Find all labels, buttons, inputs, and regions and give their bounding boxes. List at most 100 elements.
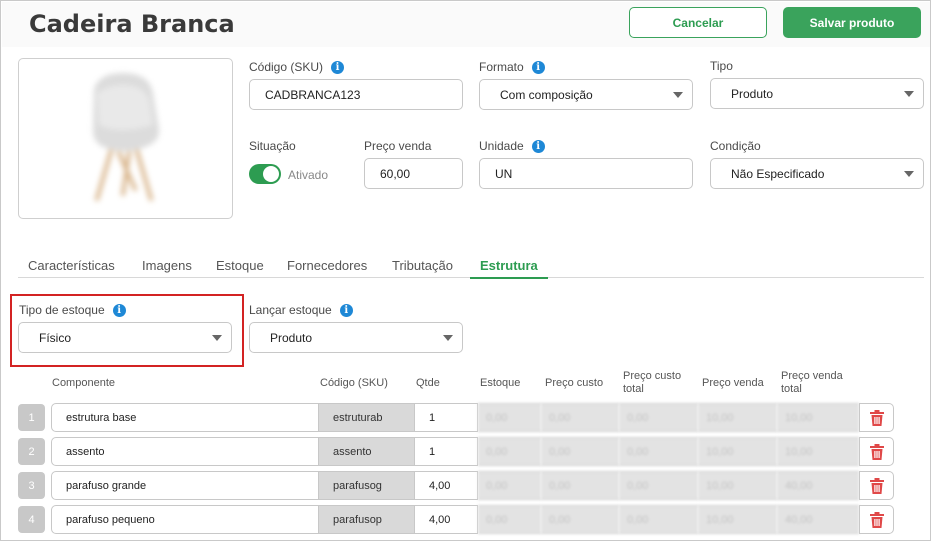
info-icon[interactable]: i <box>531 139 545 153</box>
info-icon[interactable]: i <box>112 303 126 317</box>
cancel-button[interactable]: Cancelar <box>629 7 767 38</box>
tipo-label: Tipo <box>710 59 733 73</box>
chevron-down-icon <box>212 335 222 341</box>
tab-caracteristicas[interactable]: Características <box>28 258 115 273</box>
header-codigo: Código (SKU) <box>320 377 388 389</box>
component-name-field[interactable]: assento <box>51 437 319 466</box>
delete-row-button[interactable] <box>859 403 894 432</box>
status-toggle[interactable] <box>249 164 281 184</box>
condicao-label-text: Condição <box>710 139 761 153</box>
header-preco-custo-total-line2: total <box>623 383 644 395</box>
tipo-estoque-label: Tipo de estoque i <box>19 303 126 317</box>
page-title: Cadeira Branca <box>29 10 235 38</box>
row-number: 1 <box>18 404 45 431</box>
toggle-knob <box>263 166 279 182</box>
cell-preco-venda: 10,00 <box>698 471 777 500</box>
component-qty-field[interactable]: 4,00 <box>414 505 478 534</box>
component-qty-field[interactable]: 1 <box>414 403 478 432</box>
unidade-field[interactable]: UN <box>479 158 693 189</box>
row-number: 4 <box>18 506 45 533</box>
delete-row-button[interactable] <box>859 437 894 466</box>
formato-label-text: Formato <box>479 60 524 74</box>
header-preco-venda-total: Preço venda total <box>781 370 843 396</box>
lancar-estoque-label-text: Lançar estoque <box>249 303 332 317</box>
tipo-estoque-value: Físico <box>39 330 72 345</box>
cell-preco-custo-total: 0,00 <box>619 437 698 466</box>
tipo-select[interactable]: Produto <box>710 78 924 109</box>
preco-venda-field[interactable]: 60,00 <box>364 158 463 189</box>
component-name-field[interactable]: parafuso grande <box>51 471 319 500</box>
cell-preco-custo-total: 0,00 <box>619 505 698 534</box>
row-number: 2 <box>18 438 45 465</box>
cell-estoque: 0,00 <box>478 437 541 466</box>
header-preco-venda: Preço venda <box>702 377 764 389</box>
sku-label: Código (SKU) i <box>249 60 345 74</box>
info-icon[interactable]: i <box>331 60 345 74</box>
lancar-estoque-value: Produto <box>270 330 313 345</box>
cell-preco-venda-total: 40,00 <box>777 505 859 534</box>
cell-preco-venda: 10,00 <box>698 505 777 534</box>
situacao-label-text: Situação <box>249 139 296 153</box>
tipo-estoque-select[interactable]: Físico <box>18 322 232 353</box>
tab-tributacao[interactable]: Tributação <box>392 258 453 273</box>
product-editor-window: Cadeira Branca Cancelar Salvar produto C… <box>0 0 931 541</box>
lancar-estoque-select[interactable]: Produto <box>249 322 463 353</box>
cell-preco-venda-total: 10,00 <box>777 437 859 466</box>
delete-row-button[interactable] <box>859 505 894 534</box>
unidade-label: Unidade i <box>479 139 545 153</box>
component-sku-cell: assento <box>319 437 414 466</box>
header-preco-venda-total-line2: total <box>781 383 802 395</box>
save-product-button[interactable]: Salvar produto <box>783 7 921 38</box>
chevron-down-icon <box>673 92 683 98</box>
sku-value: CADBRANCA123 <box>265 87 361 102</box>
cell-estoque: 0,00 <box>478 471 541 500</box>
component-sku-cell: parafusog <box>319 471 414 500</box>
tab-fornecedores[interactable]: Fornecedores <box>287 258 367 273</box>
info-icon[interactable]: i <box>339 303 353 317</box>
condicao-value: Não Especificado <box>731 166 825 181</box>
cell-estoque: 0,00 <box>478 403 541 432</box>
tab-bar: Características Imagens Estoque Forneced… <box>18 254 924 279</box>
formato-value: Com composição <box>500 87 593 102</box>
trash-icon <box>869 477 884 494</box>
info-icon[interactable]: i <box>531 60 545 74</box>
component-name-field[interactable]: estrutura base <box>51 403 319 432</box>
sku-label-text: Código (SKU) <box>249 60 324 74</box>
lancar-estoque-label: Lançar estoque i <box>249 303 353 317</box>
cell-preco-venda-total: 10,00 <box>777 403 859 432</box>
status-text: Ativado <box>288 168 329 182</box>
cell-preco-custo-total: 0,00 <box>619 403 698 432</box>
cell-preco-custo: 0,00 <box>541 471 619 500</box>
condicao-label: Condição <box>710 139 761 153</box>
tab-estrutura[interactable]: Estrutura <box>470 258 548 279</box>
cell-preco-venda-total: 40,00 <box>777 471 859 500</box>
formato-select[interactable]: Com composição <box>479 79 693 110</box>
cell-estoque: 0,00 <box>478 505 541 534</box>
header-preco-custo-total: Preço custo total <box>623 370 681 396</box>
component-qty-field[interactable]: 1 <box>414 437 478 466</box>
header-preco-custo: Preço custo <box>545 377 604 389</box>
tipo-label-text: Tipo <box>710 59 733 73</box>
header-preco-custo-total-line1: Preço custo <box>623 370 682 382</box>
component-sku-cell: estruturab <box>319 403 414 432</box>
component-name-field[interactable]: parafuso pequeno <box>51 505 319 534</box>
cell-preco-custo: 0,00 <box>541 437 619 466</box>
condicao-select[interactable]: Não Especificado <box>710 158 924 189</box>
cell-preco-venda: 10,00 <box>698 403 777 432</box>
chevron-down-icon <box>443 335 453 341</box>
preco-venda-value: 60,00 <box>380 166 411 181</box>
delete-row-button[interactable] <box>859 471 894 500</box>
tipo-value: Produto <box>731 86 774 101</box>
sku-field[interactable]: CADBRANCA123 <box>249 79 463 110</box>
trash-icon <box>869 511 884 528</box>
situacao-label: Situação <box>249 139 296 153</box>
cell-preco-venda: 10,00 <box>698 437 777 466</box>
tab-imagens[interactable]: Imagens <box>142 258 192 273</box>
tab-estoque[interactable]: Estoque <box>216 258 264 273</box>
header-preco-venda-total-line1: Preço venda <box>781 370 843 382</box>
trash-icon <box>869 409 884 426</box>
component-qty-field[interactable]: 4,00 <box>414 471 478 500</box>
cell-preco-custo-total: 0,00 <box>619 471 698 500</box>
product-image-box[interactable] <box>18 58 233 219</box>
row-number: 3 <box>18 472 45 499</box>
